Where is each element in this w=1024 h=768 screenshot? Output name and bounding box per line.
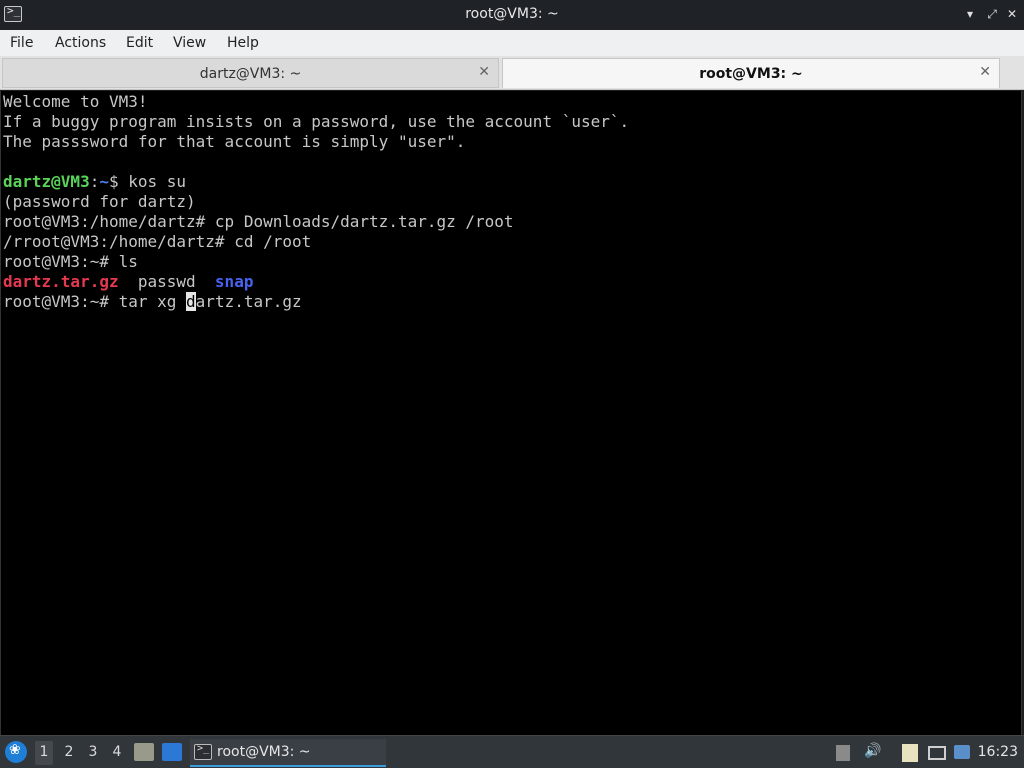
tab-dartz[interactable]: dartz@VM3: ~ ✕ bbox=[2, 58, 499, 88]
terminal-line: /rroot@VM3:/home/dartz# cd /root bbox=[3, 232, 312, 251]
tab-bar: dartz@VM3: ~ ✕ root@VM3: ~ ✕ bbox=[0, 56, 1024, 90]
terminal-line: root@VM3:~# ls bbox=[3, 252, 138, 271]
taskbar-task-terminal[interactable]: >_ root@VM3: ~ bbox=[190, 739, 386, 767]
menu-view[interactable]: View bbox=[173, 35, 206, 51]
terminal-line: Welcome to VM3! bbox=[3, 92, 148, 111]
workspace-4[interactable]: 4 bbox=[108, 744, 126, 764]
prompt-user: dartz@VM3 bbox=[3, 172, 90, 191]
notification-icon[interactable] bbox=[836, 745, 850, 761]
terminal-line: If a buggy program insists on a password… bbox=[3, 112, 630, 131]
minimize-icon[interactable]: ▾ bbox=[962, 6, 978, 22]
archive-file: dartz.tar.gz bbox=[3, 272, 119, 291]
command-text: $ kos su bbox=[108, 172, 187, 191]
maximize-icon[interactable]: ⤢ bbox=[984, 6, 1000, 22]
terminal-line: (password for dartz) bbox=[3, 192, 196, 211]
current-command-line[interactable]: root@VM3:~# tar xg dartz.tar.gz bbox=[3, 292, 302, 312]
tab-label: root@VM3: ~ bbox=[699, 66, 803, 82]
text-cursor: d bbox=[186, 292, 196, 311]
prompt-colon: : bbox=[89, 172, 100, 191]
menu-help[interactable]: Help bbox=[227, 35, 259, 51]
file-manager-icon[interactable] bbox=[134, 743, 154, 761]
update-notifier-icon[interactable] bbox=[954, 745, 970, 759]
clipboard-icon[interactable] bbox=[902, 744, 918, 762]
terminal-icon: >_ bbox=[194, 743, 212, 760]
command-text: artz.tar.gz bbox=[195, 292, 302, 311]
terminal-output[interactable]: Welcome to VM3! If a buggy program insis… bbox=[0, 91, 1022, 735]
workspace-3[interactable]: 3 bbox=[84, 744, 102, 764]
ls-output: dartz.tar.gz passwd snap bbox=[3, 272, 253, 292]
menu-actions[interactable]: Actions bbox=[55, 35, 106, 51]
workspace-1[interactable]: 1 bbox=[35, 741, 53, 765]
file-passwd: passwd bbox=[137, 272, 196, 291]
volume-icon[interactable]: 🔊 bbox=[864, 743, 881, 759]
window-titlebar[interactable]: >_ root@VM3: ~ ▾ ⤢ ✕ bbox=[0, 0, 1024, 30]
menu-bar: File Actions Edit View Help bbox=[0, 30, 1024, 56]
start-menu-icon[interactable]: ❀ bbox=[5, 741, 27, 763]
close-tab-icon[interactable]: ✕ bbox=[478, 64, 490, 80]
terminal-line: dartz@VM3:~$ kos su bbox=[3, 172, 186, 192]
network-icon[interactable] bbox=[928, 746, 946, 760]
tab-label: dartz@VM3: ~ bbox=[199, 66, 302, 82]
show-desktop-icon[interactable] bbox=[162, 743, 182, 761]
close-icon[interactable]: ✕ bbox=[1004, 6, 1020, 22]
clock[interactable]: 16:23 bbox=[978, 744, 1018, 760]
task-label: root@VM3: ~ bbox=[217, 744, 311, 760]
directory-snap: snap bbox=[214, 272, 254, 291]
terminal-line: root@VM3:/home/dartz# cp Downloads/dartz… bbox=[3, 212, 514, 231]
close-tab-icon[interactable]: ✕ bbox=[979, 64, 991, 80]
taskbar: ❀ 1 2 3 4 >_ root@VM3: ~ 🔊 16:23 bbox=[0, 735, 1024, 768]
menu-edit[interactable]: Edit bbox=[126, 35, 153, 51]
command-text: root@VM3:~# tar xg bbox=[3, 292, 187, 311]
window-title: root@VM3: ~ bbox=[465, 6, 559, 22]
workspace-2[interactable]: 2 bbox=[60, 744, 78, 764]
tab-root[interactable]: root@VM3: ~ ✕ bbox=[502, 58, 1000, 88]
terminal-line: The passsword for that account is simply… bbox=[3, 132, 466, 151]
menu-file[interactable]: File bbox=[10, 35, 33, 51]
prompt-path: ~ bbox=[99, 172, 109, 191]
